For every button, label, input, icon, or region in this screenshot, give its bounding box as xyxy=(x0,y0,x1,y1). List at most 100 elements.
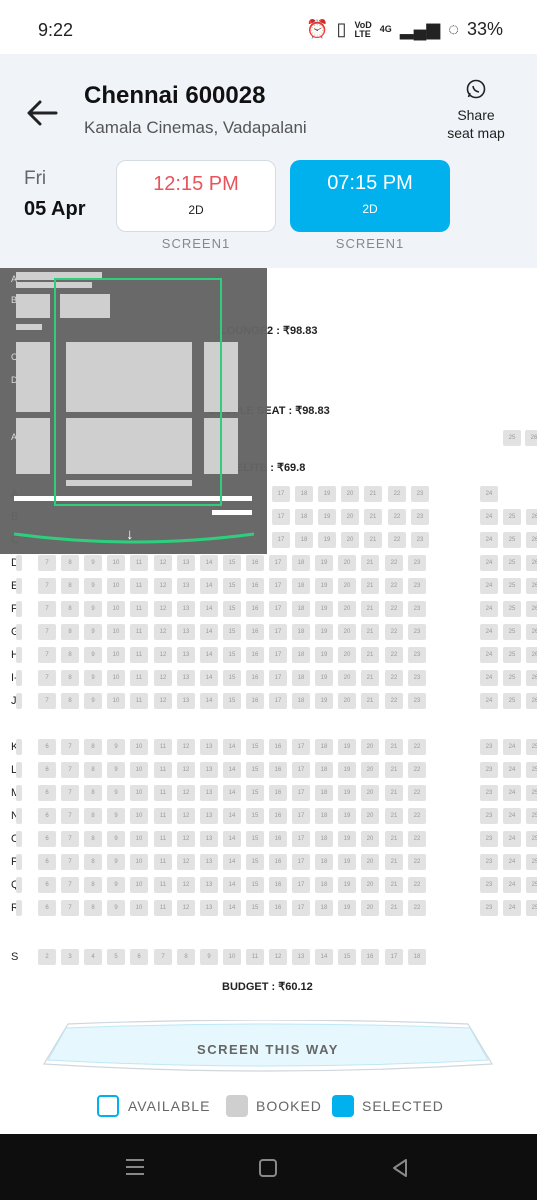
seat[interactable]: 16 xyxy=(246,578,264,594)
seat[interactable]: 18 xyxy=(292,601,310,617)
seat[interactable]: 21 xyxy=(385,739,403,755)
seat[interactable]: 8 xyxy=(84,808,102,824)
seat[interactable]: 10 xyxy=(130,900,148,916)
seat[interactable]: 22 xyxy=(408,785,426,801)
seat[interactable]: 15 xyxy=(246,900,264,916)
seat[interactable]: 9 xyxy=(84,555,102,571)
seat[interactable]: 20 xyxy=(338,601,356,617)
seat[interactable]: 24 xyxy=(480,624,498,640)
seat[interactable]: 21 xyxy=(385,762,403,778)
seat[interactable]: 22 xyxy=(388,486,406,502)
seat[interactable]: 18 xyxy=(408,949,426,965)
seat[interactable]: 10 xyxy=(130,831,148,847)
seat[interactable]: 23 xyxy=(480,831,498,847)
seat[interactable]: 15 xyxy=(223,670,241,686)
seat[interactable]: 9 xyxy=(84,601,102,617)
seat[interactable]: 13 xyxy=(200,739,218,755)
seat[interactable]: 23 xyxy=(480,785,498,801)
seat[interactable]: 8 xyxy=(61,555,79,571)
seat[interactable]: 7 xyxy=(38,670,56,686)
seat[interactable]: 25 xyxy=(526,762,537,778)
seat[interactable]: 15 xyxy=(223,693,241,709)
seat[interactable]: 25 xyxy=(526,808,537,824)
seat[interactable]: 10 xyxy=(107,693,125,709)
seat[interactable]: 8 xyxy=(84,900,102,916)
seat[interactable]: 22 xyxy=(385,693,403,709)
seat[interactable]: 12 xyxy=(177,762,195,778)
seat[interactable]: 24 xyxy=(503,739,521,755)
seat[interactable]: 21 xyxy=(385,831,403,847)
seat[interactable]: 13 xyxy=(177,693,195,709)
seat[interactable]: 15 xyxy=(223,647,241,663)
seat[interactable]: 15 xyxy=(246,854,264,870)
seat[interactable]: 19 xyxy=(318,486,336,502)
seat[interactable]: 17 xyxy=(269,578,287,594)
seat[interactable]: 12 xyxy=(154,555,172,571)
seat[interactable]: 23 xyxy=(408,670,426,686)
seat[interactable]: 2 xyxy=(38,949,56,965)
seat[interactable]: 18 xyxy=(292,647,310,663)
seat[interactable]: 7 xyxy=(61,877,79,893)
seat[interactable]: 8 xyxy=(177,949,195,965)
seat[interactable]: 15 xyxy=(246,785,264,801)
seat[interactable]: 25 xyxy=(526,877,537,893)
seat[interactable]: 14 xyxy=(200,578,218,594)
seat[interactable]: 23 xyxy=(480,854,498,870)
seat[interactable]: 15 xyxy=(223,578,241,594)
seat[interactable]: 12 xyxy=(177,785,195,801)
seat[interactable]: 17 xyxy=(269,670,287,686)
seat[interactable]: 14 xyxy=(200,647,218,663)
seat[interactable]: 11 xyxy=(154,739,172,755)
seat[interactable]: 18 xyxy=(295,532,313,548)
seat[interactable]: 22 xyxy=(408,739,426,755)
seat[interactable]: 24 xyxy=(503,900,521,916)
seat-partial[interactable] xyxy=(16,785,22,801)
seat[interactable]: 13 xyxy=(200,808,218,824)
seat[interactable]: 9 xyxy=(107,762,125,778)
seat[interactable]: 25 xyxy=(503,555,521,571)
seat[interactable]: 11 xyxy=(130,555,148,571)
seat[interactable]: 19 xyxy=(315,601,333,617)
seat[interactable]: 16 xyxy=(246,555,264,571)
seat[interactable]: 7 xyxy=(61,808,79,824)
seat[interactable]: 6 xyxy=(38,808,56,824)
seat-partial[interactable] xyxy=(16,578,22,594)
seat[interactable]: 19 xyxy=(338,762,356,778)
seat[interactable]: 19 xyxy=(315,693,333,709)
seat[interactable]: 7 xyxy=(38,555,56,571)
seat[interactable]: 8 xyxy=(84,762,102,778)
seat[interactable]: 18 xyxy=(295,509,313,525)
seat[interactable]: 19 xyxy=(338,854,356,870)
seat[interactable]: 13 xyxy=(200,877,218,893)
seat[interactable]: 9 xyxy=(84,670,102,686)
seat[interactable]: 9 xyxy=(84,624,102,640)
seat[interactable]: 14 xyxy=(223,808,241,824)
seat[interactable]: 21 xyxy=(385,854,403,870)
seat[interactable]: 16 xyxy=(246,670,264,686)
seat[interactable]: 10 xyxy=(107,555,125,571)
seat[interactable]: 8 xyxy=(84,877,102,893)
seat[interactable]: 14 xyxy=(223,831,241,847)
seat[interactable]: 11 xyxy=(130,578,148,594)
seat[interactable]: 18 xyxy=(292,578,310,594)
seat[interactable]: 8 xyxy=(84,785,102,801)
seat[interactable]: 7 xyxy=(38,601,56,617)
seat[interactable]: 24 xyxy=(503,762,521,778)
seat[interactable]: 18 xyxy=(315,739,333,755)
seat[interactable]: 22 xyxy=(385,647,403,663)
seat[interactable]: 26 xyxy=(526,693,537,709)
seat[interactable]: 18 xyxy=(315,808,333,824)
seat[interactable]: 8 xyxy=(61,601,79,617)
seat[interactable]: 9 xyxy=(84,693,102,709)
seat[interactable]: 12 xyxy=(177,854,195,870)
seat[interactable]: 6 xyxy=(130,949,148,965)
seat[interactable]: 13 xyxy=(200,762,218,778)
seat[interactable]: 13 xyxy=(177,670,195,686)
seat[interactable]: 7 xyxy=(61,739,79,755)
seat[interactable]: 16 xyxy=(246,624,264,640)
seat[interactable]: 23 xyxy=(480,877,498,893)
seat[interactable]: 16 xyxy=(246,601,264,617)
seat[interactable]: 26 xyxy=(526,532,537,548)
seat[interactable]: 24 xyxy=(480,693,498,709)
seat[interactable]: 12 xyxy=(154,693,172,709)
